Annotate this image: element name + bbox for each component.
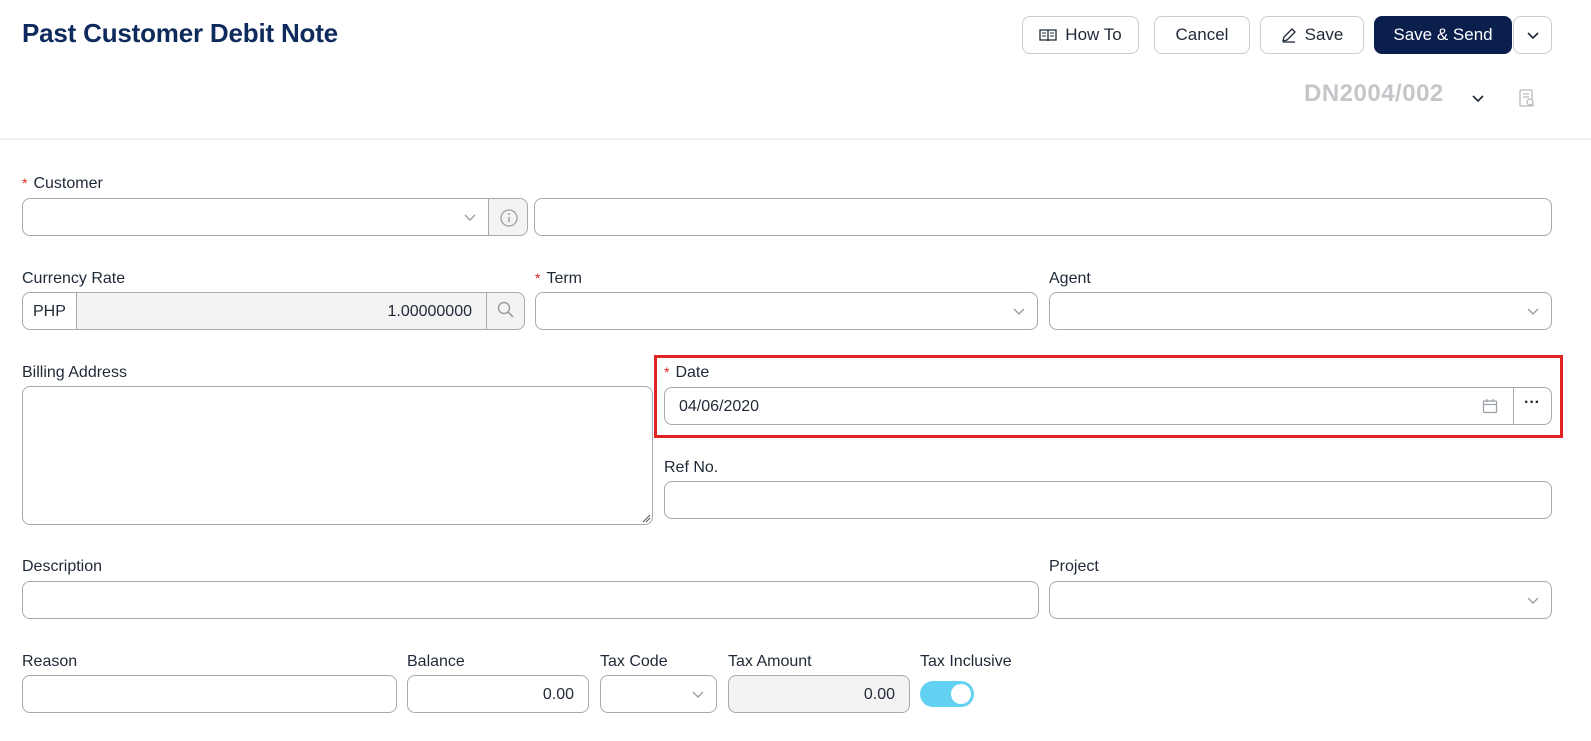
customer-select[interactable] (22, 198, 490, 236)
chevron-down-icon (1527, 597, 1539, 604)
balance-value: 0.00 (542, 686, 574, 703)
currency-search-button[interactable] (486, 292, 525, 330)
info-icon (500, 209, 518, 227)
description-label: Description (22, 558, 103, 575)
page-title: Past Customer Debit Note (22, 18, 338, 48)
how-to-label: How To (1065, 25, 1122, 44)
document-preview-icon[interactable] (1518, 88, 1536, 108)
term-label-text: Term (546, 270, 583, 287)
cancel-button[interactable]: Cancel (1154, 16, 1250, 54)
chevron-down-icon (464, 214, 476, 221)
required-marker: * (535, 270, 541, 286)
required-marker: * (664, 364, 670, 380)
chevron-down-icon (1526, 32, 1539, 40)
customer-label-text: Customer (33, 175, 103, 192)
resize-handle-icon[interactable] (641, 513, 651, 523)
tax-inclusive-toggle[interactable] (920, 681, 974, 707)
term-label: * Term (535, 270, 582, 288)
description-input[interactable] (22, 581, 1039, 619)
search-icon (497, 301, 514, 318)
customer-name-field[interactable] (534, 198, 1552, 236)
book-icon (1039, 29, 1057, 42)
required-marker: * (22, 175, 28, 191)
term-select[interactable] (535, 292, 1038, 330)
toggle-knob (951, 684, 971, 704)
document-number: DN2004/002 (1304, 80, 1444, 107)
save-label: Save (1304, 25, 1344, 44)
tax-code-select[interactable] (600, 675, 717, 713)
billing-address-label: Billing Address (22, 364, 127, 381)
cancel-label: Cancel (1175, 25, 1229, 44)
chevron-down-icon (1527, 308, 1539, 315)
date-input[interactable]: 04/06/2020 (664, 387, 1514, 425)
currency-rate-label: Currency Rate (22, 270, 126, 287)
how-to-button[interactable]: How To (1022, 16, 1139, 54)
date-more-button[interactable]: ··· (1513, 387, 1552, 425)
project-label: Project (1049, 558, 1099, 575)
currency-rate-field[interactable]: 1.00000000 (76, 292, 487, 330)
project-select[interactable] (1049, 581, 1552, 619)
chevron-down-icon (692, 691, 704, 698)
tax-amount-value: 0.00 (863, 686, 895, 703)
more-dots-icon: ··· (1524, 394, 1540, 411)
header-divider (0, 138, 1591, 140)
ref-no-label: Ref No. (664, 459, 719, 476)
currency-code-value: PHP (33, 303, 66, 320)
currency-rate-value: 1.00000000 (387, 303, 472, 320)
save-send-label: Save & Send (1393, 25, 1493, 44)
chevron-down-icon (1013, 308, 1025, 315)
agent-label: Agent (1049, 270, 1091, 287)
balance-label: Balance (407, 653, 465, 670)
balance-input[interactable]: 0.00 (407, 675, 589, 713)
reason-label: Reason (22, 653, 78, 670)
tax-amount-field: 0.00 (728, 675, 910, 713)
tax-inclusive-label: Tax Inclusive (920, 653, 1012, 670)
more-options-button[interactable] (1513, 16, 1552, 54)
customer-label: * Customer (22, 175, 103, 193)
reason-input[interactable] (22, 675, 397, 713)
billing-address-textarea[interactable] (22, 386, 653, 525)
doc-number-chevron-down-icon[interactable] (1471, 92, 1485, 104)
date-value: 04/06/2020 (679, 398, 760, 415)
currency-code: PHP (22, 292, 77, 330)
tax-amount-label: Tax Amount (728, 653, 812, 670)
tax-code-label: Tax Code (600, 653, 668, 670)
pencil-icon (1281, 28, 1296, 43)
customer-info-button[interactable] (488, 198, 528, 236)
save-button[interactable]: Save (1260, 16, 1364, 54)
date-label-text: Date (675, 364, 710, 381)
calendar-icon[interactable] (1482, 398, 1498, 414)
date-label: * Date (664, 364, 709, 382)
save-send-button[interactable]: Save & Send (1374, 16, 1512, 54)
ref-no-input[interactable] (664, 481, 1552, 519)
agent-select[interactable] (1049, 292, 1552, 330)
